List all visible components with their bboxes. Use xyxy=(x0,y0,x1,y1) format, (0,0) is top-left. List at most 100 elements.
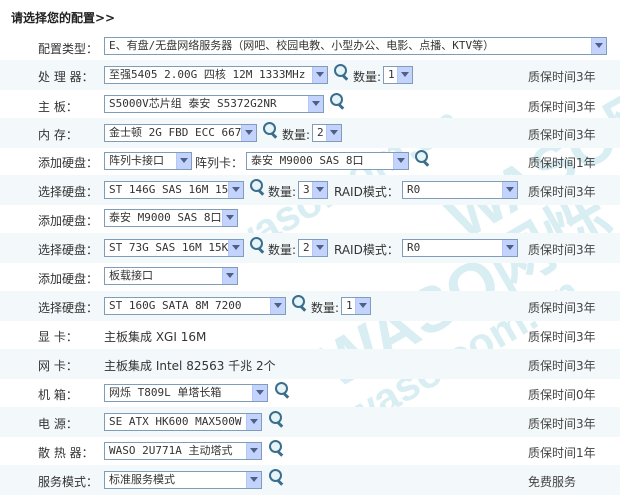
add-disk-row: 添加硬盘： 泰安 M9000 SAS 8口 xyxy=(0,204,620,234)
motherboard-row: 主 板： S5000V芯片组 泰安 S5372G2NR 质保时间3年 xyxy=(0,90,620,120)
power-row: 电 源： SE ATX HK600 MAX500W 质保时间3年 xyxy=(0,407,620,437)
chevron-down-icon xyxy=(393,153,408,169)
search-icon[interactable] xyxy=(249,237,265,253)
chevron-down-icon xyxy=(241,125,256,141)
case-select[interactable]: 网烁 T809L 单塔长箱 xyxy=(104,384,268,402)
chevron-down-icon xyxy=(246,472,261,488)
raid-mode-select[interactable]: R0 xyxy=(402,239,518,257)
search-icon[interactable] xyxy=(249,179,265,195)
motherboard-label: 主 板： xyxy=(38,100,78,114)
cpu-quantity-select[interactable]: 1 xyxy=(383,66,413,84)
disk-select[interactable]: ST 146G SAS 16M 15K xyxy=(104,181,244,199)
disk-controller-select[interactable]: 板载接口 xyxy=(104,267,238,285)
warranty-text: 质保时间3年 xyxy=(528,243,596,257)
quantity-label: 数量: xyxy=(268,243,297,257)
page-title: 请选择您的配置>> xyxy=(11,11,116,25)
power-select[interactable]: SE ATX HK600 MAX500W xyxy=(104,413,262,431)
disk-interface-select[interactable]: 阵列卡接口 xyxy=(104,152,192,170)
graphics-value: 主板集成 XGI 16M xyxy=(104,330,207,344)
warranty-text: 质保时间0年 xyxy=(528,388,596,402)
chevron-down-icon xyxy=(228,240,243,256)
add-disk-label: 添加硬盘： xyxy=(38,156,99,170)
config-type-label: 配置类型： xyxy=(38,42,99,56)
disk-quantity-select[interactable]: 2 xyxy=(298,239,328,257)
quantity-label: 数量: xyxy=(268,185,297,199)
chevron-down-icon xyxy=(312,182,327,198)
cooler-select[interactable]: WASO 2U771A 主动塔式 xyxy=(104,442,262,460)
chevron-down-icon xyxy=(326,125,341,141)
network-value: 主板集成 Intel 82563 千兆 2个 xyxy=(104,359,276,373)
memory-select[interactable]: 金士顿 2G FBD ECC 667 xyxy=(104,124,257,142)
search-icon[interactable] xyxy=(329,93,345,109)
chevron-down-icon xyxy=(312,67,327,83)
warranty-text: 质保时间3年 xyxy=(528,128,596,142)
disk-quantity-select[interactable]: 3 xyxy=(298,181,328,199)
search-icon[interactable] xyxy=(262,122,278,138)
raid-mode-label: RAID模式： xyxy=(334,185,399,199)
raid-mode-label: RAID模式： xyxy=(334,243,399,257)
search-icon[interactable] xyxy=(333,64,349,80)
chevron-down-icon xyxy=(246,443,261,459)
search-icon[interactable] xyxy=(268,469,284,485)
raid-card-select[interactable]: 泰安 M9000 SAS 8口 xyxy=(246,152,409,170)
warranty-text: 质保时间3年 xyxy=(528,359,596,373)
cooler-label: 散 热 器： xyxy=(38,446,94,460)
memory-row: 内 存： 金士顿 2G FBD ECC 667 数量: 2 质保时间3年 xyxy=(0,118,620,148)
warranty-text: 质保时间3年 xyxy=(528,417,596,431)
raid-mode-select[interactable]: R0 xyxy=(402,181,518,199)
chevron-down-icon xyxy=(502,182,517,198)
search-icon[interactable] xyxy=(414,150,430,166)
add-disk-row: 添加硬盘： 阵列卡接口 阵列卡： 泰安 M9000 SAS 8口 质保时间1年 xyxy=(0,146,620,176)
search-icon[interactable] xyxy=(268,440,284,456)
motherboard-select[interactable]: S5000V芯片组 泰安 S5372G2NR xyxy=(104,95,324,113)
warranty-text: 质保时间3年 xyxy=(528,100,596,114)
quantity-label: 数量: xyxy=(353,70,382,84)
chevron-down-icon xyxy=(270,298,285,314)
warranty-text: 质保时间3年 xyxy=(528,330,596,344)
disk-controller-select[interactable]: 泰安 M9000 SAS 8口 xyxy=(104,209,238,227)
chevron-down-icon xyxy=(502,240,517,256)
chevron-down-icon xyxy=(222,210,237,226)
warranty-text: 质保时间3年 xyxy=(528,70,596,84)
search-icon[interactable] xyxy=(268,411,284,427)
select-disk-label: 选择硬盘： xyxy=(38,301,99,315)
chevron-down-icon xyxy=(355,298,370,314)
warranty-text: 质保时间1年 xyxy=(528,446,596,460)
service-mode-label: 服务模式： xyxy=(38,475,99,489)
quantity-label: 数量: xyxy=(282,128,311,142)
cpu-row: 处 理 器： 至强5405 2.00G 四核 12M 1333MHz 数量: 1… xyxy=(0,60,620,90)
memory-label: 内 存： xyxy=(38,128,78,142)
disk-quantity-select[interactable]: 1 xyxy=(341,297,371,315)
config-type-row: 配置类型： E、有盘/无盘网络服务器（网吧、校园电教、小型办公、电影、点播、KT… xyxy=(0,32,620,62)
cooler-row: 散 热 器： WASO 2U771A 主动塔式 质保时间1年 xyxy=(0,436,620,466)
graphics-row: 显 卡： 主板集成 XGI 16M 质保时间3年 xyxy=(0,320,620,350)
quantity-label: 数量: xyxy=(311,301,340,315)
warranty-text: 质保时间3年 xyxy=(528,185,596,199)
disk-select[interactable]: ST 160G SATA 8M 7200 xyxy=(104,297,286,315)
chevron-down-icon xyxy=(222,268,237,284)
disk-select[interactable]: ST 73G SAS 16M 15K xyxy=(104,239,244,257)
cpu-label: 处 理 器： xyxy=(38,70,94,84)
chevron-down-icon xyxy=(397,67,412,83)
network-label: 网 卡： xyxy=(38,359,78,373)
add-disk-label: 添加硬盘： xyxy=(38,214,99,228)
chevron-down-icon xyxy=(176,153,191,169)
search-icon[interactable] xyxy=(291,295,307,311)
chevron-down-icon xyxy=(591,38,606,54)
service-mode-select[interactable]: 标准服务模式 xyxy=(104,471,262,489)
select-disk-label: 选择硬盘： xyxy=(38,185,99,199)
search-icon[interactable] xyxy=(274,382,290,398)
memory-quantity-select[interactable]: 2 xyxy=(312,124,342,142)
warranty-text: 质保时间3年 xyxy=(528,301,596,315)
power-label: 电 源： xyxy=(38,417,78,431)
select-disk-row: 选择硬盘： ST 160G SATA 8M 7200 数量: 1 质保时间3年 xyxy=(0,291,620,321)
raid-card-label: 阵列卡： xyxy=(195,156,244,170)
config-type-select[interactable]: E、有盘/无盘网络服务器（网吧、校园电教、小型办公、电影、点播、KTV等） xyxy=(104,37,607,55)
chevron-down-icon xyxy=(312,240,327,256)
add-disk-row: 添加硬盘： 板载接口 xyxy=(0,262,620,292)
select-disk-row: 选择硬盘： ST 146G SAS 16M 15K 数量: 3 RAID模式： … xyxy=(0,175,620,205)
cpu-select[interactable]: 至强5405 2.00G 四核 12M 1333MHz xyxy=(104,66,328,84)
warranty-text: 质保时间1年 xyxy=(528,156,596,170)
chevron-down-icon xyxy=(228,182,243,198)
chevron-down-icon xyxy=(252,385,267,401)
